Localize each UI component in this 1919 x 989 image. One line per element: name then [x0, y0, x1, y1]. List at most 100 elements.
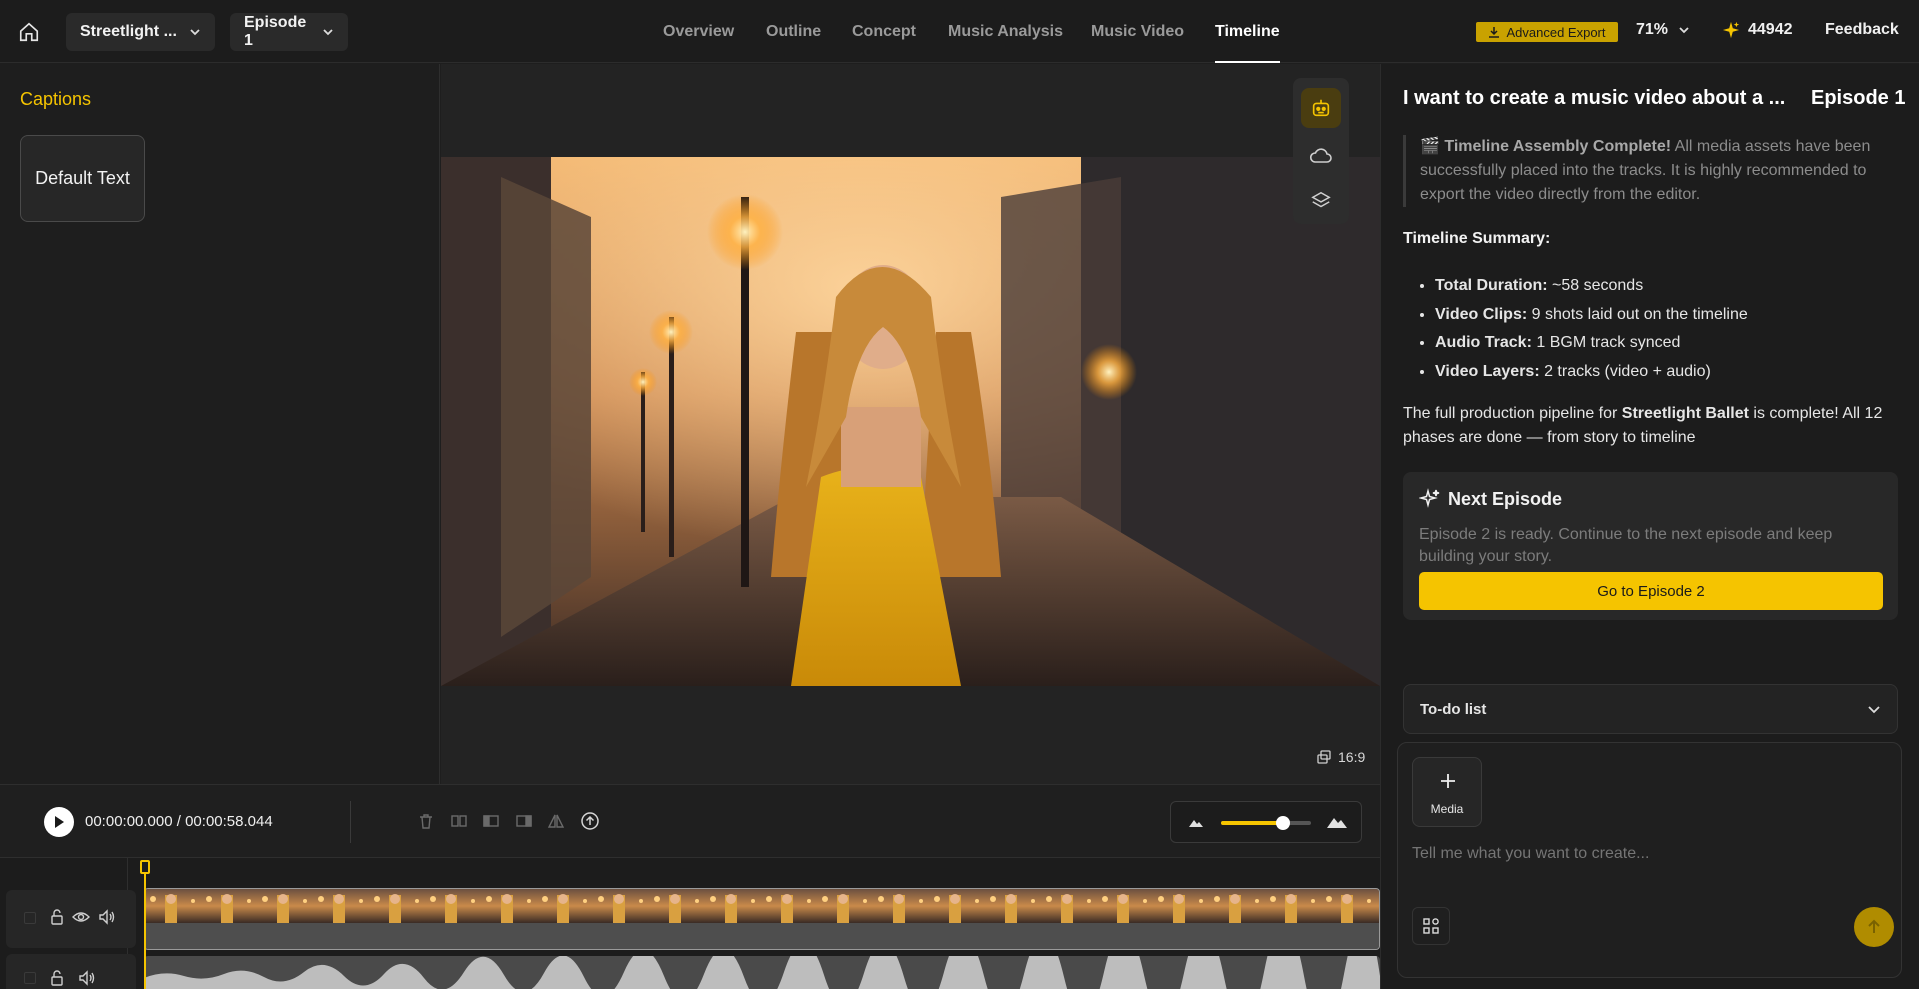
tab-timeline[interactable]: Timeline [1215, 0, 1280, 63]
lock-icon[interactable] [50, 970, 64, 986]
video-thumbnails [145, 889, 1379, 949]
chevron-down-icon [189, 26, 201, 38]
captions-title: Captions [20, 89, 92, 109]
aspect-ratio-icon [1316, 749, 1332, 765]
video-preview: 16:9 [441, 64, 1380, 784]
pipeline-message: The full production pipeline for Streetl… [1403, 405, 1883, 446]
home-icon[interactable] [14, 17, 44, 47]
playhead[interactable] [140, 858, 150, 989]
advanced-export-label: Advanced Export [1506, 24, 1606, 40]
project-name: Streetlight ... [80, 23, 177, 40]
credits[interactable]: 44942 [1722, 21, 1793, 39]
aspect-ratio-value: 16:9 [1338, 749, 1366, 765]
aspect-ratio-button[interactable]: 16:9 [1316, 749, 1365, 765]
send-button[interactable] [1854, 907, 1894, 947]
summary-heading: Timeline Summary: [1403, 230, 1551, 247]
flip-icon[interactable] [547, 812, 565, 830]
tab-concept[interactable]: Concept [852, 0, 916, 63]
preview-image [441, 157, 1380, 686]
completion-note: 🎬 Timeline Assembly Complete! All media … [1403, 135, 1893, 207]
trim-left-icon[interactable] [482, 812, 500, 830]
list-item: Video Layers: 2 tracks (video + audio) [1435, 358, 1895, 387]
chat-episode-label: Episode 1 [1811, 87, 1906, 109]
todo-dropdown[interactable]: To-do list [1403, 684, 1898, 734]
track-checkbox[interactable] [24, 912, 36, 924]
volume-icon[interactable] [98, 909, 116, 925]
add-media-button[interactable]: Media [1412, 757, 1482, 827]
sparkles-icon [1419, 488, 1441, 510]
preview-frame[interactable] [441, 157, 1380, 686]
waveform-graphic [144, 956, 1380, 989]
cloud-icon[interactable] [1301, 138, 1341, 172]
upload-circle-icon[interactable] [580, 811, 600, 831]
volume-icon[interactable] [78, 970, 96, 986]
trim-right-icon[interactable] [515, 812, 533, 830]
zoom-out-icon[interactable] [1188, 816, 1204, 828]
tab-music-analysis[interactable]: Music Analysis [948, 0, 1063, 63]
eye-icon[interactable] [72, 910, 90, 924]
episode-dropdown[interactable]: Episode 1 [230, 13, 348, 51]
zoom-slider-fill [1221, 821, 1284, 825]
list-item: Audio Track: 1 BGM track synced [1435, 329, 1895, 358]
layers-icon[interactable] [1301, 184, 1341, 218]
zoom-dropdown[interactable]: 71% [1636, 21, 1690, 39]
chat-title: I want to create a music video about a .… [1403, 87, 1786, 109]
robot-icon[interactable] [1301, 88, 1341, 128]
project-dropdown[interactable]: Streetlight ... [66, 13, 215, 51]
next-episode-description: Episode 2 is ready. Continue to the next… [1419, 526, 1833, 565]
apps-icon[interactable] [1412, 907, 1450, 945]
episode-name: Episode 1 [244, 14, 307, 49]
chat-input[interactable] [1412, 839, 1882, 869]
go-to-episode-label: Go to Episode 2 [1597, 582, 1705, 600]
audio-waveform[interactable] [144, 956, 1380, 989]
list-item: Video Clips: 9 shots laid out on the tim… [1435, 301, 1895, 330]
clapper-icon: 🎬 [1420, 138, 1440, 155]
timeline-zoom-control [1170, 801, 1362, 843]
top-bar: Streetlight ... Episode 1 Overview Outli… [0, 0, 1919, 63]
next-episode-title: Next Episode [1448, 489, 1563, 509]
tab-outline[interactable]: Outline [766, 0, 821, 63]
media-label: Media [1430, 802, 1464, 816]
zoom-slider-thumb[interactable] [1276, 816, 1291, 830]
next-episode-card: Next Episode Episode 2 is ready. Continu… [1403, 472, 1898, 620]
playhead-line [144, 874, 146, 989]
playback-controls: 00:00:00.000 / 00:00:58.044 [0, 784, 1380, 858]
list-item: Total Duration: ~58 seconds [1435, 272, 1895, 301]
feedback-button[interactable]: Feedback [1825, 21, 1899, 39]
chevron-down-icon [1867, 704, 1881, 716]
zoom-value: 71% [1636, 21, 1669, 38]
lock-icon[interactable] [50, 909, 64, 925]
video-track-header [6, 890, 136, 948]
delete-icon[interactable] [417, 812, 435, 830]
zoom-in-icon[interactable] [1326, 813, 1348, 829]
playhead-handle[interactable] [140, 860, 150, 874]
split-icon[interactable] [450, 812, 468, 830]
default-text-card[interactable]: Default Text [20, 135, 145, 222]
chat-panel: I want to create a music video about a .… [1380, 64, 1919, 989]
default-text-label: Default Text [35, 168, 130, 188]
chevron-down-icon [322, 26, 334, 38]
sparkle-icon [1722, 21, 1740, 39]
tab-overview[interactable]: Overview [663, 0, 734, 63]
zoom-slider[interactable] [1221, 816, 1311, 830]
download-icon [1488, 26, 1500, 38]
time-display: 00:00:00.000 / 00:00:58.044 [85, 813, 273, 830]
credits-value: 44942 [1748, 21, 1793, 38]
todo-label: To-do list [1420, 701, 1487, 718]
video-clip-strip[interactable] [144, 888, 1380, 950]
play-icon [53, 815, 65, 829]
tab-music-video[interactable]: Music Video [1091, 0, 1184, 63]
go-to-episode-button[interactable]: Go to Episode 2 [1419, 572, 1883, 610]
audio-track-header [6, 954, 136, 989]
note-title: Timeline Assembly Complete! [1444, 138, 1672, 155]
summary-list: Total Duration: ~58 seconds Video Clips:… [1435, 272, 1895, 386]
chevron-down-icon [1678, 24, 1690, 36]
track-checkbox[interactable] [24, 972, 36, 984]
timeline-tracks [0, 858, 1380, 989]
arrow-up-icon [1867, 919, 1881, 935]
divider [350, 801, 351, 843]
chat-input-box: Media [1397, 742, 1902, 978]
advanced-export-button[interactable]: Advanced Export [1476, 22, 1618, 42]
plus-icon [1439, 772, 1457, 790]
play-button[interactable] [44, 807, 74, 837]
